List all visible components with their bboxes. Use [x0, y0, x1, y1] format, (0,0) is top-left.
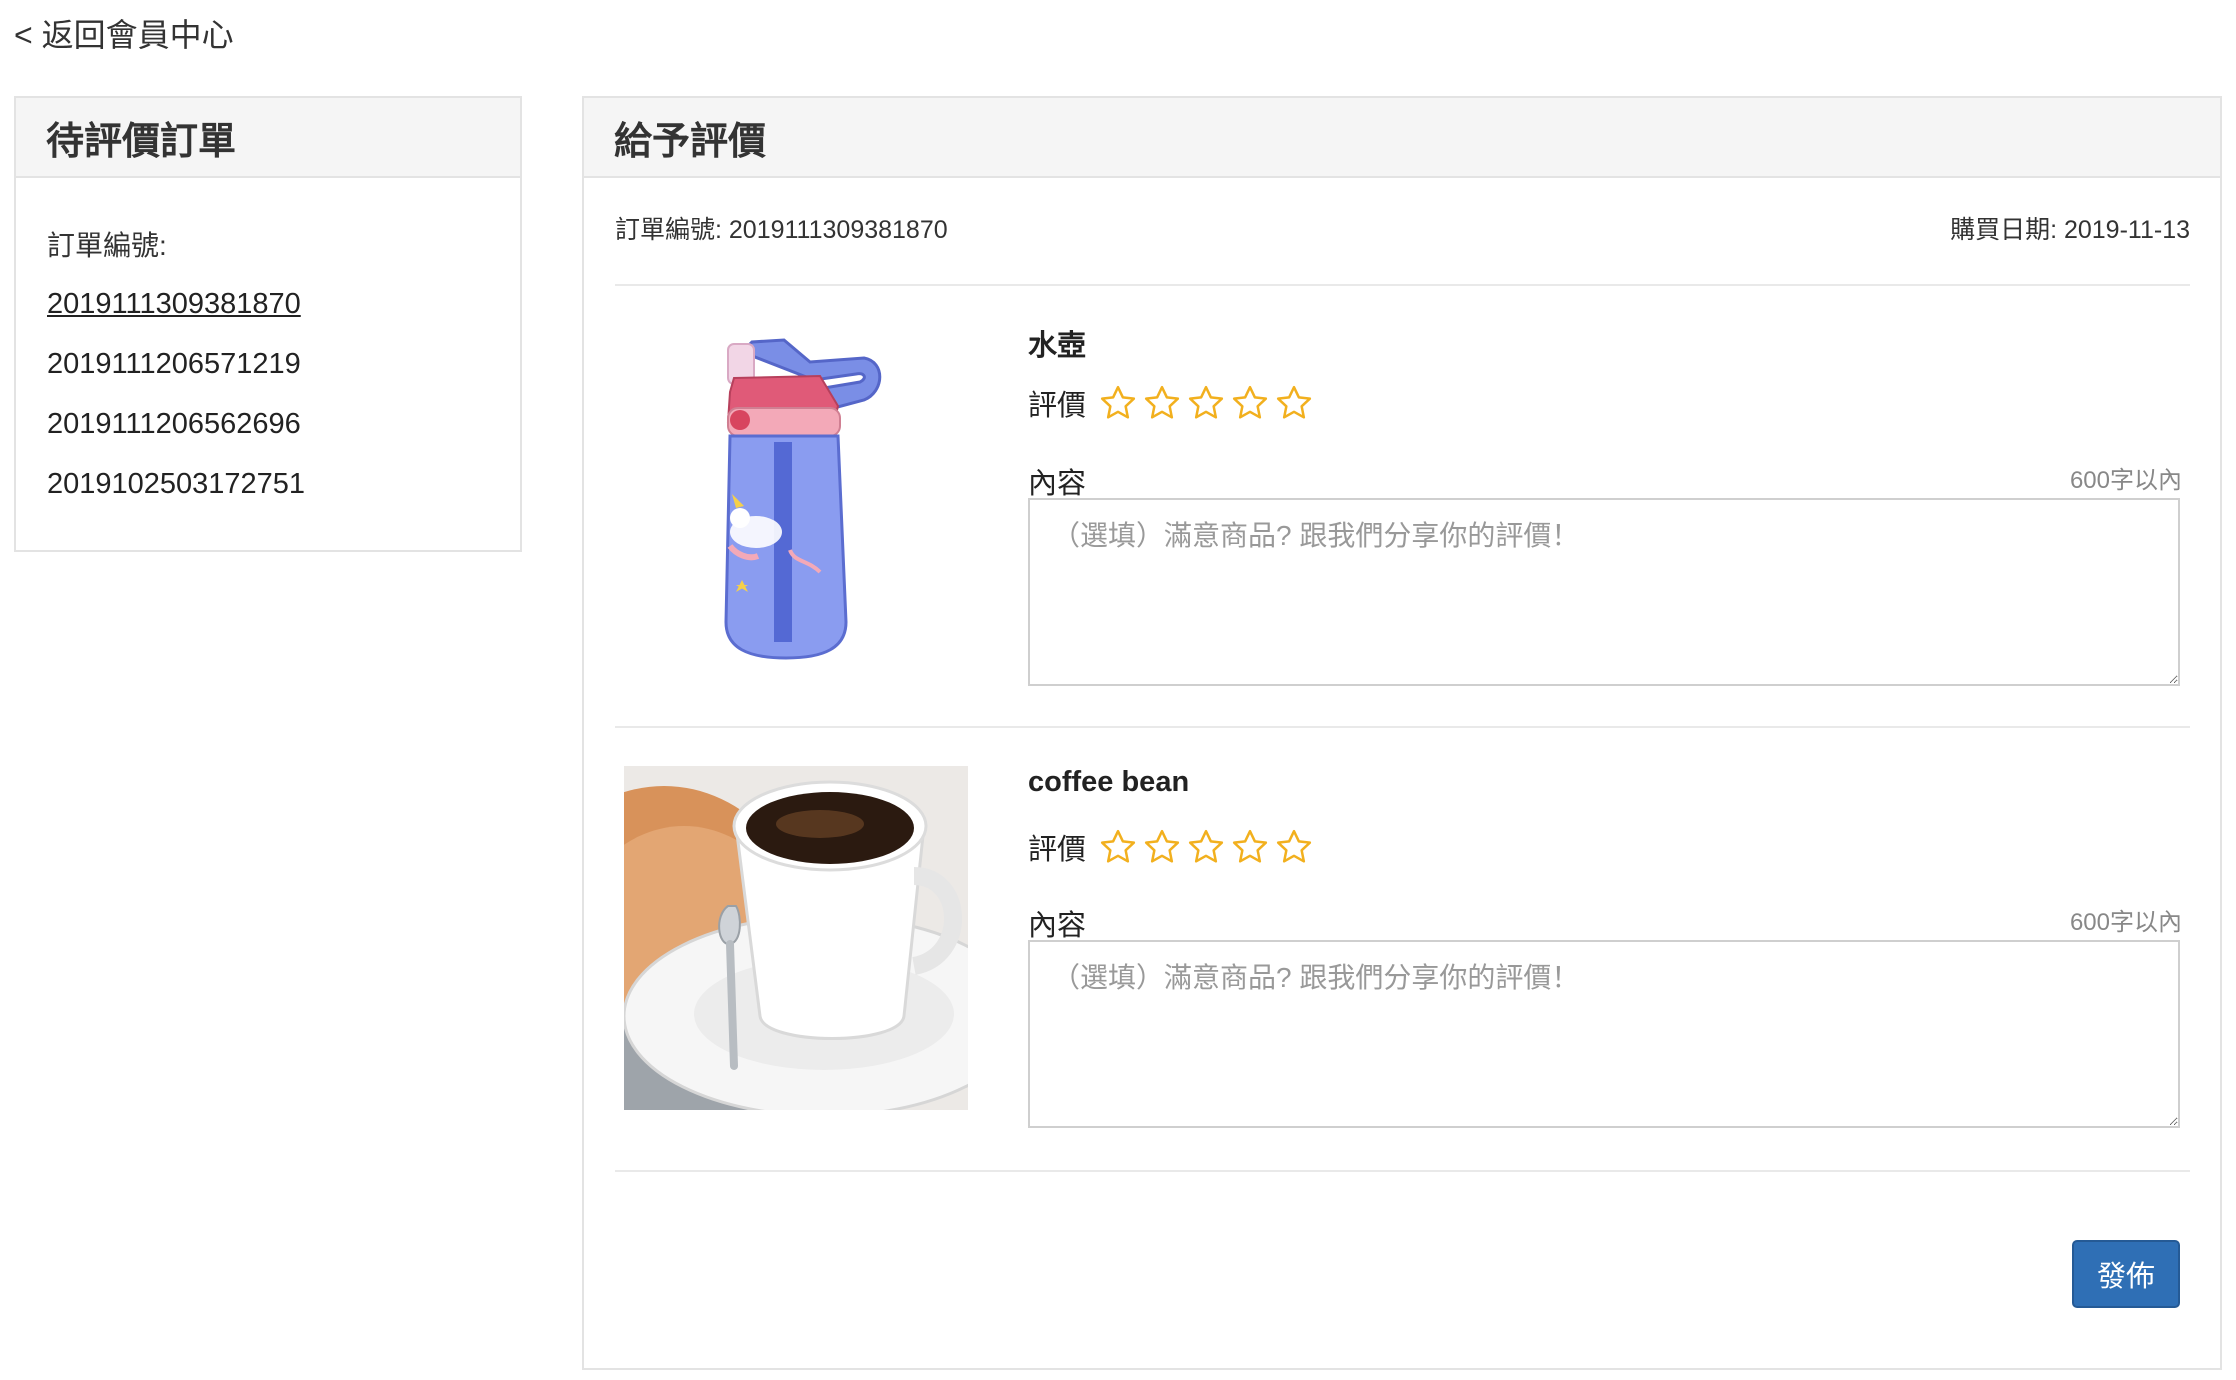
star-icon[interactable] — [1142, 827, 1182, 867]
publish-button[interactable]: 發佈 — [2072, 1240, 2180, 1308]
content-label: 內容 — [1028, 910, 1087, 942]
order-meta: 訂單編號: 2019111309381870 購買日期: 2019-11-13 — [615, 210, 2190, 246]
star-icon[interactable] — [1098, 827, 1138, 867]
review-textarea[interactable] — [1028, 940, 2180, 1128]
divider — [615, 726, 2190, 728]
rating-row: 評價 — [1028, 382, 1318, 424]
pending-orders-title: 待評價訂單 — [16, 98, 520, 178]
divider — [615, 1170, 2190, 1172]
purchase-date: 購買日期: 2019-11-13 — [1950, 216, 2190, 244]
star-icon[interactable] — [1186, 827, 1226, 867]
coffee-cup-image — [624, 766, 968, 1110]
water-bottle-image — [624, 322, 968, 666]
content-label: 內容 — [1028, 468, 1087, 500]
star-icon[interactable] — [1274, 827, 1314, 867]
order-list: 2019111309381870 2019111206571219 201911… — [47, 274, 520, 514]
review-panel: 給予評價 訂單編號: 2019111309381870 購買日期: 2019-1… — [582, 96, 2222, 1370]
product-name: 水壺 — [1028, 330, 1087, 362]
page: < 返回會員中心 待評價訂單 訂單編號: 2019111309381870 20… — [0, 0, 2236, 1380]
star-icon[interactable] — [1230, 827, 1270, 867]
review-textarea[interactable] — [1028, 498, 2180, 686]
pending-orders-panel: 待評價訂單 訂單編號: 2019111309381870 20191112065… — [14, 96, 522, 552]
order-number-label: 訂單編號: — [47, 230, 167, 261]
order-item[interactable]: 2019111206571219 — [47, 334, 520, 394]
back-to-member-center-link[interactable]: < 返回會員中心 — [14, 10, 234, 56]
star-icon[interactable] — [1274, 383, 1314, 423]
star-icon[interactable] — [1098, 383, 1138, 423]
star-icon[interactable] — [1230, 383, 1270, 423]
char-limit-text: 600字以內 — [2069, 467, 2182, 494]
star-icon[interactable] — [1186, 383, 1226, 423]
star-icon[interactable] — [1142, 383, 1182, 423]
rating-label: 評價 — [1028, 834, 1087, 866]
order-item[interactable]: 2019102503172751 — [47, 454, 520, 514]
rating-row: 評價 — [1028, 826, 1318, 868]
rating-label: 評價 — [1028, 390, 1087, 422]
char-limit-text: 600字以內 — [2069, 909, 2182, 936]
order-item[interactable]: 2019111309381870 — [47, 274, 520, 334]
product-name: coffee bean — [1028, 766, 1190, 798]
order-number: 訂單編號: 2019111309381870 — [615, 216, 948, 244]
order-item[interactable]: 2019111206562696 — [47, 394, 520, 454]
divider — [615, 284, 2190, 286]
review-panel-title: 給予評價 — [584, 98, 2220, 178]
